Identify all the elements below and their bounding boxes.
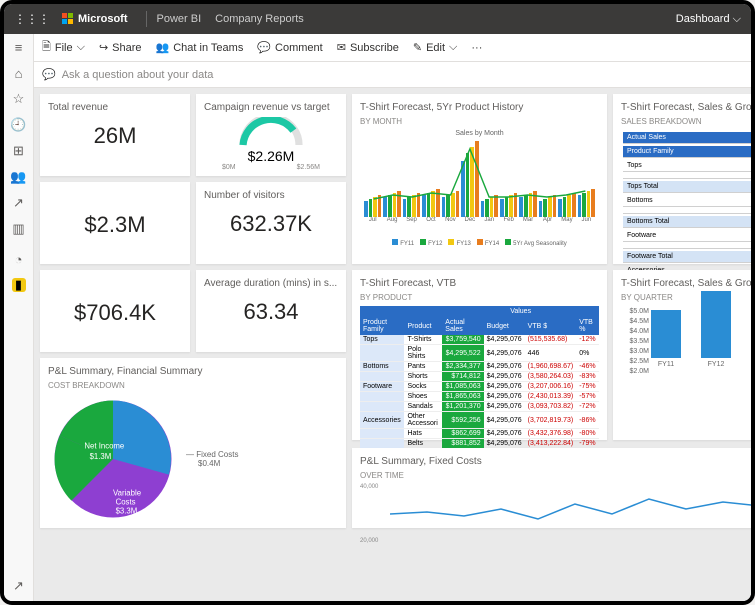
gauge-value: $2.26M xyxy=(204,148,338,164)
tile-duration[interactable]: Average duration (mins) in s... 63.34 xyxy=(196,270,346,352)
mail-icon: ✉ xyxy=(337,41,346,54)
tile-title: Total revenue xyxy=(48,102,182,113)
apps-grid-icon[interactable]: ⋮⋮⋮ xyxy=(14,12,50,26)
dashboard-canvas: Total revenue 26M Campaign revenue vs ta… xyxy=(34,88,751,601)
microsoft-logo: Microsoft xyxy=(62,13,128,25)
tile-subtitle: BY PRODUCT xyxy=(360,293,599,302)
qa-icon: 💬 xyxy=(42,68,56,81)
tile-title: P&L Summary, Financial Summary xyxy=(48,366,338,377)
file-menu[interactable]: 🗎File ⌵ xyxy=(42,38,85,57)
svg-text:Variable: Variable xyxy=(113,488,141,497)
divider xyxy=(146,11,147,27)
workspace-name[interactable]: Company Reports xyxy=(215,13,304,25)
tile-title: Campaign revenue vs target xyxy=(204,102,338,113)
kpi-value: $2.3M xyxy=(48,212,182,238)
comment-icon: 💬 xyxy=(257,41,271,54)
powerbi-label: Power BI xyxy=(157,13,202,25)
workspaces-icon[interactable]: ▥ xyxy=(12,222,26,236)
home-icon[interactable]: ⌂ xyxy=(12,66,26,80)
tile-sales-breakdown[interactable]: T-Shirt Forecast, Sales & Gro... SALES B… xyxy=(613,94,751,264)
command-bar: 🗎File ⌵ ↪Share 👥Chat in Teams 💬Comment ✉… xyxy=(34,34,751,62)
favorites-icon[interactable]: ☆ xyxy=(12,92,26,106)
svg-text:Net Income: Net Income xyxy=(84,442,124,451)
qa-placeholder: Ask a question about your data xyxy=(62,69,214,81)
tile-subtitle: OVER TIME xyxy=(360,471,751,480)
tile-title: T-Shirt Forecast, Sales & Gro... xyxy=(621,102,751,113)
chevron-down-icon: ⌵ xyxy=(77,41,85,54)
line-chart: 40,00020,000 xyxy=(360,484,751,554)
tile-kpi-2-3m[interactable]: $2.3M xyxy=(40,182,190,264)
tile-title: Average duration (mins) in s... xyxy=(204,278,338,289)
tile-total-revenue[interactable]: Total revenue 26M xyxy=(40,94,190,176)
chart-title: Sales by Month xyxy=(360,130,599,137)
shared-icon[interactable]: 👥 xyxy=(12,170,26,184)
kpi-value: 632.37K xyxy=(204,211,338,237)
tile-subtitle: COST BREAKDOWN xyxy=(48,381,338,390)
tile-vtb[interactable]: T-Shirt Forecast, VTB BY PRODUCT ValuesP… xyxy=(352,270,607,440)
my-workspace-icon[interactable]: ▮ xyxy=(12,278,26,292)
tile-quarter[interactable]: T-Shirt Forecast, Sales & Gro... BY QUAR… xyxy=(613,270,751,440)
microsoft-label: Microsoft xyxy=(78,13,128,25)
gauge-max: $2.56M xyxy=(297,164,320,171)
svg-text:$3.3M: $3.3M xyxy=(116,507,138,516)
share-button[interactable]: ↪Share xyxy=(99,41,142,54)
tile-pnl-fixed[interactable]: P&L Summary, Fixed Costs OVER TIME 40,00… xyxy=(352,448,751,528)
svg-text:Costs: Costs xyxy=(116,498,136,507)
recent-icon[interactable]: 🕘 xyxy=(12,118,26,132)
pie-callout: — Fixed Costs $0.4M xyxy=(186,450,238,468)
expand-icon[interactable]: ↗ xyxy=(12,579,26,593)
more-menu[interactable]: ··· xyxy=(471,42,482,54)
edit-menu[interactable]: ✎Edit ⌵ xyxy=(413,41,458,54)
chevron-down-icon: ⌵ xyxy=(449,41,457,54)
dashboard-dropdown[interactable]: Dashboard ⌵ xyxy=(676,13,741,26)
vtb-table: ValuesProduct FamilyProductActual SalesB… xyxy=(360,306,599,449)
tile-title: P&L Summary, Fixed Costs xyxy=(360,456,751,467)
chat-teams-button[interactable]: 👥Chat in Teams xyxy=(156,41,244,54)
apps-icon[interactable]: ⊞ xyxy=(12,144,26,158)
tile-campaign-revenue[interactable]: Campaign revenue vs target $2.26M $0M $2.… xyxy=(196,94,346,176)
teams-icon: 👥 xyxy=(156,41,170,54)
app-topbar: ⋮⋮⋮ Microsoft Power BI Company Reports D… xyxy=(4,4,751,34)
qa-bar[interactable]: 💬 Ask a question about your data xyxy=(34,62,751,88)
share-icon: ↪ xyxy=(99,41,108,54)
kpi-value: $706.4K xyxy=(48,300,182,326)
learn-icon[interactable]: ↗ xyxy=(12,196,26,210)
chart-legend: FY11FY12FY13FY145Yr Avg Seasonality xyxy=(360,239,599,247)
gauge-min: $0M xyxy=(222,164,236,171)
edit-icon: ✎ xyxy=(413,41,422,54)
data-icon[interactable]: ◔ xyxy=(12,252,26,266)
left-nav: ≡ ⌂ ☆ 🕘 ⊞ 👥 ↗ ▥ ◔ ▮ ↗ xyxy=(4,34,34,601)
kpi-value: 63.34 xyxy=(204,299,338,325)
pie-chart: Net Income $1.3M Variable Costs $3.3M xyxy=(48,394,178,524)
tile-kpi-706k[interactable]: $706.4K xyxy=(40,270,190,352)
gauge-chart xyxy=(204,117,338,149)
tile-visitors[interactable]: Number of visitors 632.37K xyxy=(196,182,346,264)
subscribe-button[interactable]: ✉Subscribe xyxy=(337,41,399,54)
file-icon: 🗎 xyxy=(42,38,51,57)
tile-subtitle: SALES BREAKDOWN xyxy=(621,117,751,126)
tile-pnl-pie[interactable]: P&L Summary, Financial Summary COST BREA… xyxy=(40,358,346,528)
kpi-value: 26M xyxy=(48,123,182,149)
tile-title: Number of visitors xyxy=(204,190,338,201)
comment-button[interactable]: 💬Comment xyxy=(257,41,322,54)
bar-chart: $5.0M$4.5M$4.0M$3.5M$3.0M$2.5M$2.0MFY11F… xyxy=(621,308,751,368)
tile-title: T-Shirt Forecast, 5Yr Product History xyxy=(360,102,599,113)
combo-chart: JulAugSepOctNovDecJanFebMarAprMayJun xyxy=(360,137,599,237)
svg-text:$1.3M: $1.3M xyxy=(90,452,112,461)
menu-icon[interactable]: ≡ xyxy=(12,40,26,54)
chevron-down-icon: ⌵ xyxy=(733,13,741,25)
tile-5yr-history[interactable]: T-Shirt Forecast, 5Yr Product History BY… xyxy=(352,94,607,264)
tile-subtitle: BY MONTH xyxy=(360,117,599,126)
tile-title: T-Shirt Forecast, VTB xyxy=(360,278,599,289)
